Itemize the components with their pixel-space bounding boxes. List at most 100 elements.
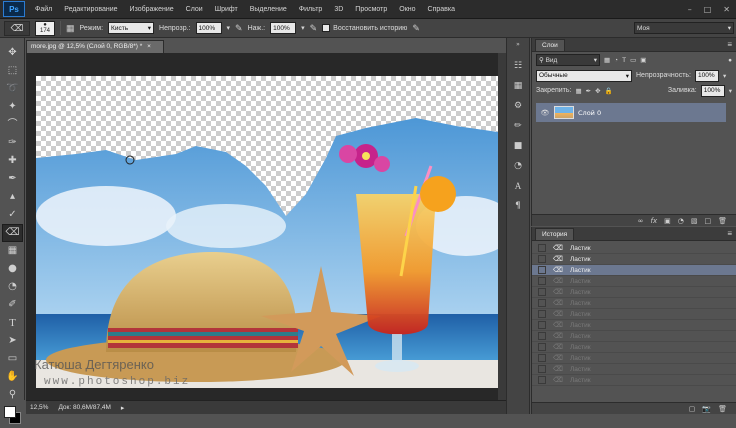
restore-history-checkbox[interactable] [322, 24, 331, 32]
menu-layers[interactable]: Слои [180, 6, 209, 13]
hand-tool-icon[interactable]: ✋ [2, 368, 23, 386]
gradient-tool-icon[interactable]: ▦ [2, 242, 23, 260]
add-mask-icon[interactable]: ▣ [664, 217, 671, 225]
delete-layer-icon[interactable]: 🗑 [718, 217, 727, 225]
filter-pixel-icon[interactable]: ▦ [604, 56, 610, 64]
layer-opacity-field[interactable]: 100% [695, 69, 719, 82]
flow-slider-icon[interactable]: ▾ [301, 24, 305, 32]
zoom-level[interactable]: 12,5% [30, 404, 48, 411]
history-brush-source-box[interactable] [538, 277, 546, 285]
fill-field[interactable]: 100% [700, 84, 725, 97]
menu-type[interactable]: Шрифт [209, 6, 244, 13]
properties-panel-icon[interactable]: ⚙ [510, 101, 526, 115]
history-brush-source-box[interactable] [538, 343, 546, 351]
mode-select[interactable]: Кисть ▾ [108, 22, 155, 34]
history-state[interactable]: ⌫ Ластик [532, 320, 736, 331]
eyedropper-tool-icon[interactable]: ✑ [2, 134, 23, 152]
history-state[interactable]: ⌫ Ластик [532, 287, 736, 298]
tab-history[interactable]: История [535, 228, 575, 240]
menu-file[interactable]: Файл [29, 6, 58, 13]
history-state[interactable]: ⌫ Ластик [532, 254, 736, 265]
eraser-tool-icon[interactable]: ⌫ [2, 224, 23, 242]
history-brush-tool-icon[interactable]: ✓ [2, 206, 23, 224]
minimize-icon[interactable]: – [688, 5, 692, 14]
filter-toggle-icon[interactable]: ● [728, 57, 732, 64]
close-tab-icon[interactable]: × [147, 43, 151, 50]
tool-preset-picker[interactable]: ⌫ [4, 20, 30, 36]
clone-source-panel-icon[interactable]: ■ [510, 141, 526, 155]
history-state[interactable]: ⌫ Ластик [532, 243, 736, 254]
restore-history-option[interactable]: Восстановить историю [322, 24, 407, 32]
airbrush-icon[interactable]: ✎ [310, 23, 318, 34]
crop-tool-icon[interactable]: ⌒ [2, 116, 23, 134]
history-state[interactable]: ⌫ Ластик [532, 276, 736, 287]
menu-image[interactable]: Изображение [124, 6, 180, 13]
layer-filter-select[interactable]: ⚲ Вид ▾ [536, 54, 600, 66]
snapshot-icon[interactable]: 📷 [702, 405, 711, 413]
healing-tool-icon[interactable]: ✚ [2, 152, 23, 170]
close-icon[interactable]: ✕ [723, 5, 730, 14]
collapse-icon[interactable]: » [510, 41, 526, 55]
menu-edit[interactable]: Редактирование [58, 6, 123, 13]
blend-mode-select[interactable]: Обычные ▾ [536, 69, 632, 82]
history-brush-source-box[interactable] [538, 354, 546, 362]
paragraph-panel-icon[interactable]: ¶ [510, 201, 526, 215]
pressure-opacity-icon[interactable]: ✎ [235, 23, 243, 34]
document-tab[interactable]: more.jpg @ 12,5% (Слой 0, RGB/8*) * × [26, 40, 164, 53]
history-state[interactable]: ⌫ Ластик [532, 342, 736, 353]
filter-type-icon[interactable]: T [622, 57, 626, 64]
history-brush-source-box[interactable] [538, 365, 546, 373]
history-brush-source-box[interactable] [538, 332, 546, 340]
shape-tool-icon[interactable]: ▭ [2, 350, 23, 368]
path-select-tool-icon[interactable]: ➤ [2, 332, 23, 350]
menu-filter[interactable]: Фильтр [293, 6, 329, 13]
fx-icon[interactable]: fx [651, 217, 658, 225]
layer-row[interactable]: 👁 Слой 0 [536, 103, 726, 122]
flow-field[interactable]: 100% [270, 22, 297, 34]
link-layers-icon[interactable]: ∞ [638, 217, 644, 225]
filter-smart-icon[interactable]: ▣ [640, 56, 646, 64]
history-brush-source-box[interactable] [538, 288, 546, 296]
history-state[interactable]: ⌫ Ластик [532, 331, 736, 342]
history-state[interactable]: ⌫ Ластик [532, 375, 736, 386]
panel-menu-icon[interactable]: ≡ [727, 229, 732, 238]
brush-tool-icon[interactable]: ✒ [2, 170, 23, 188]
type-tool-icon[interactable]: T [2, 314, 23, 332]
opacity-slider-icon[interactable]: ▾ [723, 72, 726, 80]
pressure-size-icon[interactable]: ✎ [412, 23, 420, 34]
filter-shape-icon[interactable]: ▭ [630, 56, 636, 64]
history-brush-source-box[interactable] [538, 376, 546, 384]
menu-window[interactable]: Окно [393, 6, 421, 13]
delete-state-icon[interactable]: 🗑 [718, 405, 727, 413]
layer-name[interactable]: Слой 0 [578, 109, 601, 117]
lock-transparent-icon[interactable]: ▦ [575, 87, 581, 95]
history-brush-source-box[interactable] [538, 310, 546, 318]
lock-position-icon[interactable]: ✥ [595, 87, 600, 95]
menu-3d[interactable]: 3D [328, 6, 349, 13]
history-state[interactable]: ⌫ Ластик [532, 353, 736, 364]
history-brush-source-box[interactable] [538, 321, 546, 329]
adjustment-layer-icon[interactable]: ◔ [678, 217, 684, 225]
swatches-panel-icon[interactable]: ▦ [510, 81, 526, 95]
pen-tool-icon[interactable]: ✐ [2, 296, 23, 314]
brush-preset-picker[interactable]: ● 174 [35, 20, 55, 36]
zoom-tool-icon[interactable]: ⚲ [2, 386, 23, 404]
document-size-info[interactable]: Док: 80,6M/87,4M [58, 404, 110, 411]
filter-adjust-icon[interactable]: ◔ [614, 57, 618, 64]
quick-select-tool-icon[interactable]: ✦ [2, 98, 23, 116]
menu-select[interactable]: Выделение [244, 6, 293, 13]
history-state[interactable]: ⌫ Ластик [532, 309, 736, 320]
history-state[interactable]: ⌫ Ластик [532, 265, 736, 276]
history-state[interactable]: ⌫ Ластик [532, 298, 736, 309]
menu-help[interactable]: Справка [422, 6, 461, 13]
opacity-field[interactable]: 100% [195, 22, 222, 34]
visibility-eye-icon[interactable]: 👁 [540, 109, 550, 117]
history-brush-source-box[interactable] [538, 244, 546, 252]
history-brush-source-box[interactable] [538, 266, 546, 274]
marquee-tool-icon[interactable]: ⬚ [2, 62, 23, 80]
move-tool-icon[interactable]: ✥ [2, 44, 23, 62]
blur-tool-icon[interactable]: ● [2, 260, 23, 278]
status-menu-icon[interactable]: ▸ [121, 404, 125, 412]
vertical-scrollbar[interactable] [498, 53, 506, 400]
dodge-tool-icon[interactable]: ◔ [2, 278, 23, 296]
